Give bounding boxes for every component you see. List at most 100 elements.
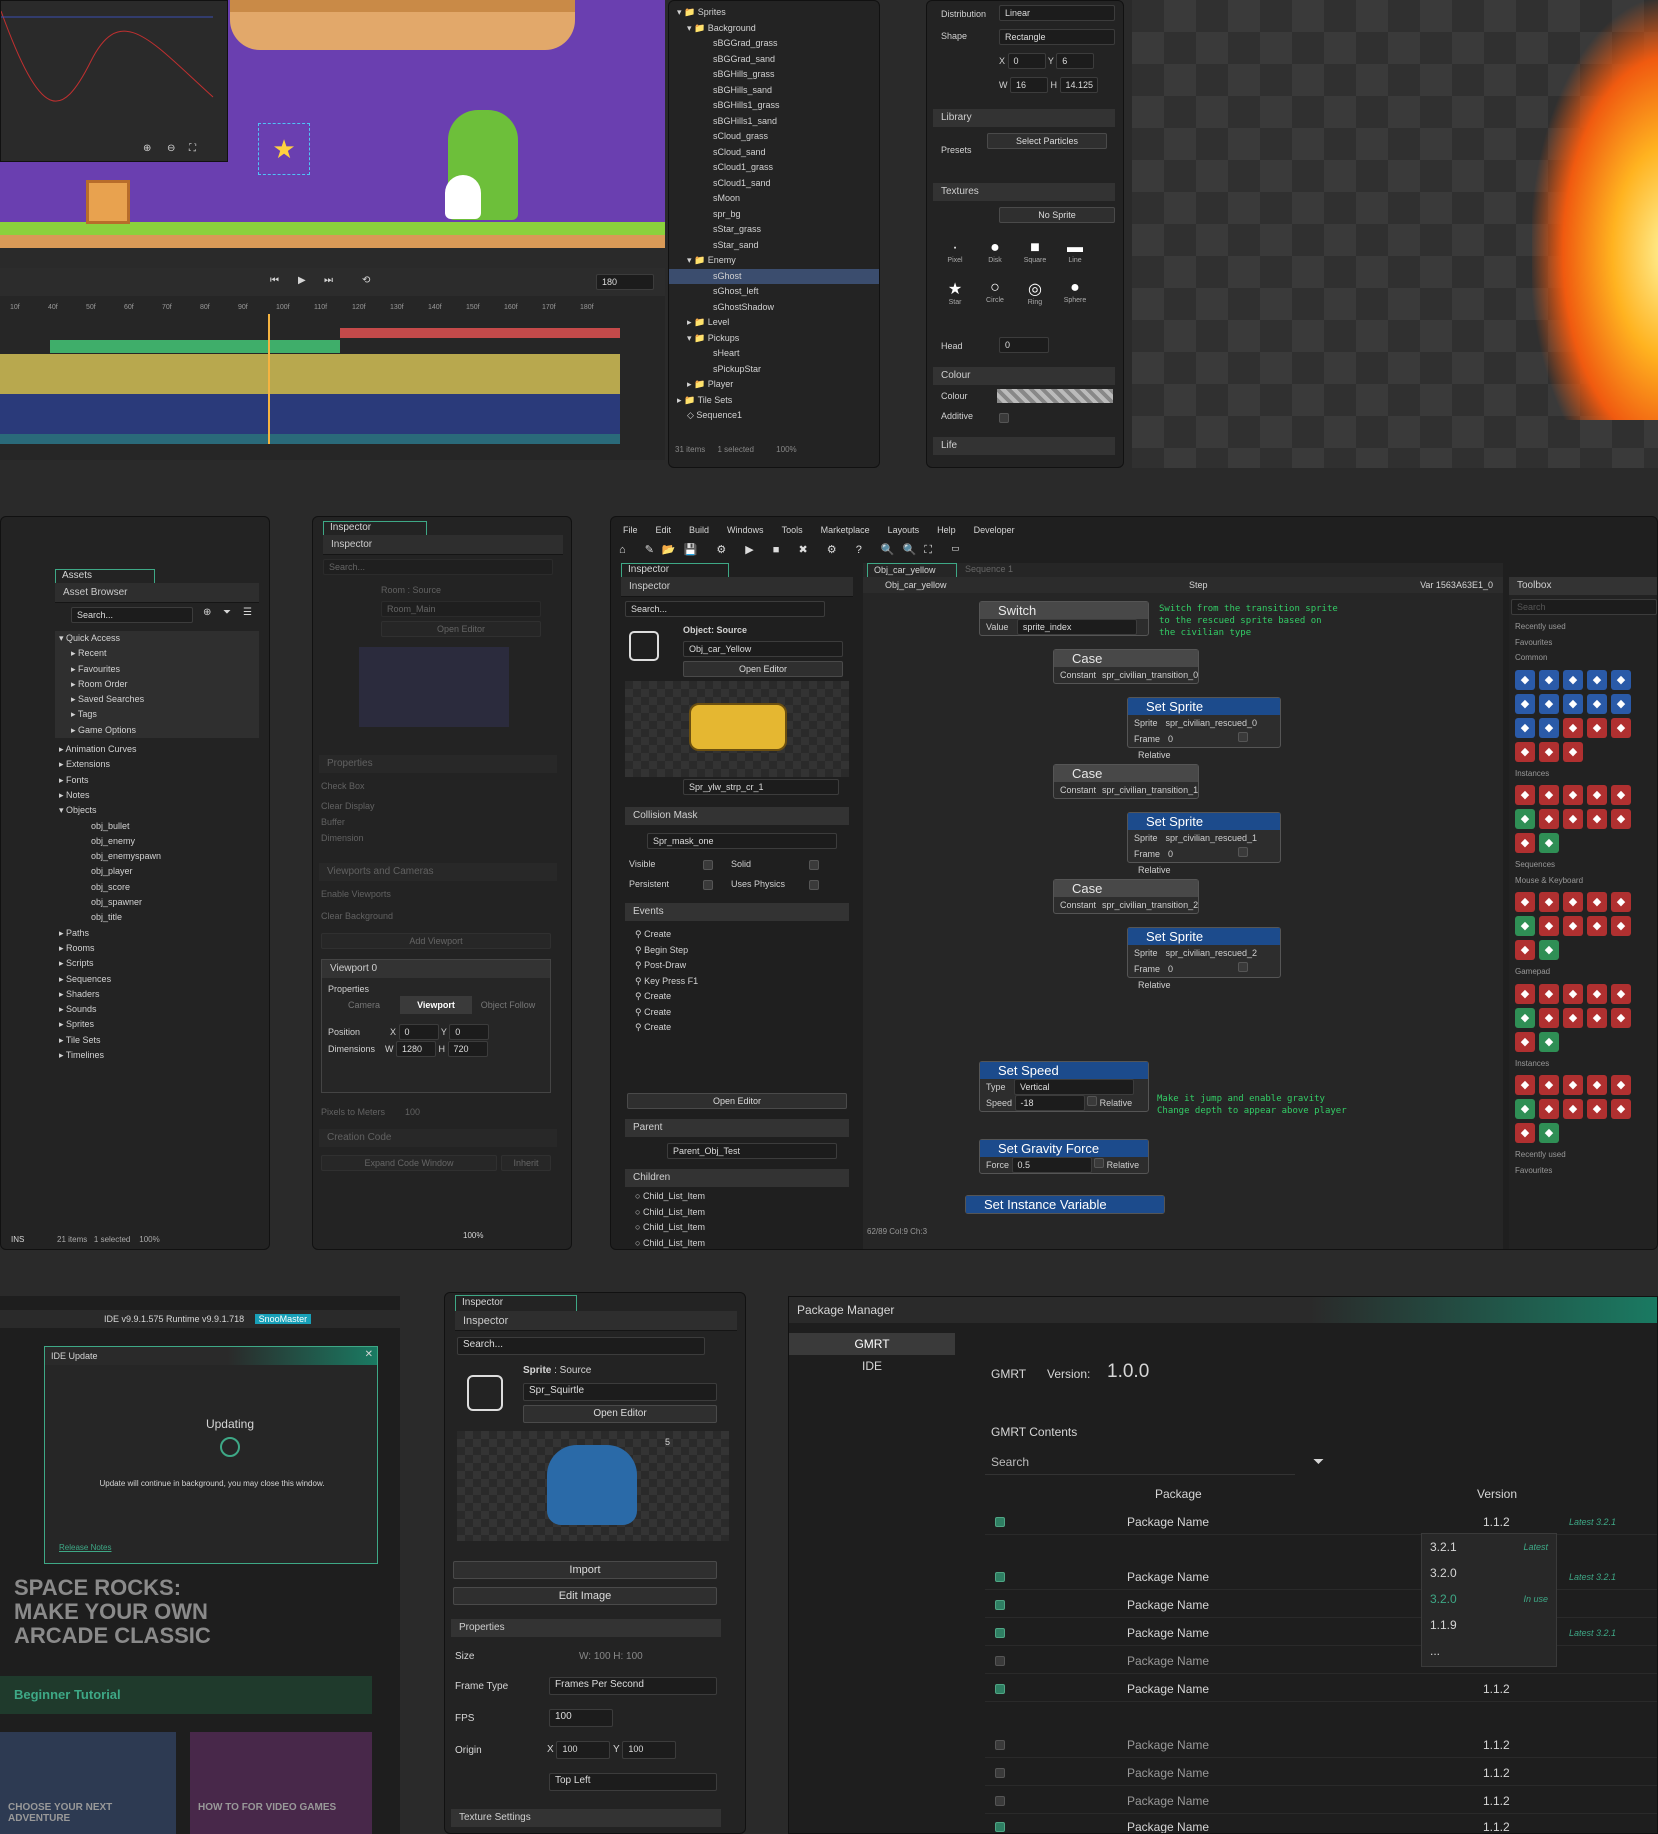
toolbox-search[interactable]: Search <box>1511 599 1657 615</box>
assets-tab[interactable]: Assets <box>55 569 155 583</box>
set-speed-node[interactable]: Set Speed Type Vertical Speed -18 Relati… <box>979 1061 1149 1112</box>
room-properties[interactable]: Properties <box>319 755 557 773</box>
origin-y-field[interactable]: 100 <box>622 1741 677 1759</box>
close-icon[interactable]: ✕ <box>365 1349 373 1360</box>
toolbox-action-icon[interactable]: ◆ <box>1611 785 1631 805</box>
toolbox-action-icon[interactable]: ◆ <box>1539 940 1559 960</box>
toolbox-action-icon[interactable]: ◆ <box>1587 785 1607 805</box>
frame-value[interactable]: 0 <box>1168 846 1238 862</box>
version-option[interactable]: ... <box>1422 1638 1556 1664</box>
room-open-editor[interactable]: Open Editor <box>381 621 541 637</box>
toolbox-action-icon[interactable]: ◆ <box>1587 717 1607 738</box>
toolbox-action-icon[interactable]: ◆ <box>1563 983 1583 1004</box>
toolbox-action-icon[interactable]: ◆ <box>1563 1007 1583 1028</box>
toolbox-action-icon[interactable]: ◆ <box>1539 669 1559 690</box>
constant-value[interactable]: spr_civilian_transition_1 <box>1102 785 1198 795</box>
column-package[interactable]: Package <box>1155 1487 1202 1501</box>
menu-item[interactable]: Tools <box>782 525 803 535</box>
status-zoom[interactable]: 100% <box>776 445 796 454</box>
toolbox-action-icon[interactable]: ◆ <box>1515 1007 1535 1028</box>
event-item[interactable]: ⚲ Post-Draw <box>625 958 849 974</box>
speed-relative-checkbox[interactable] <box>1087 1096 1098 1106</box>
vp-h-field[interactable]: 720 <box>447 1041 488 1057</box>
tree-folder-background[interactable]: Background <box>708 23 756 33</box>
toolbox-action-icon[interactable]: ◆ <box>1515 669 1535 690</box>
x-field[interactable]: 0 <box>1007 53 1046 69</box>
tree-item[interactable]: sCloud1_grass <box>669 160 879 176</box>
frame-type-select[interactable]: Frames Per Second <box>549 1677 717 1695</box>
loop-icon[interactable]: ⟲ <box>362 275 370 286</box>
sprite-value[interactable]: spr_civilian_rescued_1 <box>1166 833 1258 843</box>
solid-checkbox[interactable] <box>809 860 819 870</box>
toolbox-category[interactable]: Instances <box>1509 1056 1657 1072</box>
viewport-tab[interactable]: Viewport <box>400 995 472 1014</box>
release-notes-link[interactable]: Release Notes <box>59 1543 111 1552</box>
package-checkbox[interactable] <box>995 1656 1005 1666</box>
toolbox-category[interactable]: Sequences <box>1509 857 1657 873</box>
beginner-tutorial-link[interactable]: Beginner Tutorial <box>0 1676 372 1714</box>
additive-checkbox[interactable] <box>999 413 1009 423</box>
w-field[interactable]: 16 <box>1010 77 1048 93</box>
package-search-input[interactable]: Search <box>985 1449 1295 1475</box>
texture-circle[interactable]: ○ Circle <box>977 279 1013 315</box>
toolbox-action-icon[interactable]: ◆ <box>1515 693 1535 714</box>
toolbox-action-icon[interactable]: ◆ <box>1539 1099 1559 1119</box>
parent-field[interactable]: Parent_Obj_Test <box>667 1143 837 1159</box>
tree-item[interactable]: sBGHills_grass <box>669 67 879 83</box>
fps-field[interactable]: 100 <box>549 1709 613 1727</box>
object-name-field[interactable]: Obj_car_Yellow <box>683 641 843 657</box>
object-item[interactable]: obj_score <box>55 880 259 895</box>
toolbox-category[interactable]: Recently used <box>1509 619 1657 635</box>
tree-folder-level[interactable]: Level <box>708 317 730 327</box>
asset-group[interactable]: ▸ Tile Sets <box>55 1033 259 1048</box>
zoom-in-icon[interactable]: ⊕ <box>143 143 151 154</box>
origin-x-field[interactable]: 100 <box>556 1741 611 1759</box>
asset-zoom[interactable]: 100% <box>139 1235 159 1244</box>
texture-line[interactable]: ▬ Line <box>1057 239 1093 275</box>
toolbox-action-icon[interactable]: ◆ <box>1515 809 1535 829</box>
toolbox-action-icon[interactable]: ◆ <box>1563 1099 1583 1119</box>
asset-group[interactable]: ▸ Rooms <box>55 941 259 956</box>
sprite-value[interactable]: spr_civilian_rescued_0 <box>1166 718 1258 728</box>
toolbox-action-icon[interactable]: ◆ <box>1587 1007 1607 1028</box>
tree-item[interactable]: sGhost_left <box>669 284 879 300</box>
toolbox-action-icon[interactable]: ◆ <box>1563 785 1583 805</box>
switch-value-field[interactable]: sprite_index <box>1016 619 1137 635</box>
play-icon[interactable]: ▶ <box>298 275 306 286</box>
toolbox-action-icon[interactable]: ◆ <box>1539 785 1559 805</box>
package-row[interactable]: Package Name 1.1.2 Latest 3.2.1 <box>985 1509 1657 1535</box>
case-node[interactable]: Case Constant spr_civilian_transition_1 <box>1053 764 1199 799</box>
sprite-name-field[interactable]: Spr_Squirtle <box>523 1383 717 1401</box>
toolbox-action-icon[interactable]: ◆ <box>1515 892 1535 912</box>
graph-breadcrumb[interactable]: Obj_car_yellow <box>885 580 947 590</box>
quick-access-item[interactable]: ▸ Recent <box>55 646 259 662</box>
package-checkbox[interactable] <box>995 1796 1005 1806</box>
package-checkbox[interactable] <box>995 1628 1005 1638</box>
no-sprite-field[interactable]: No Sprite <box>999 207 1115 223</box>
set-sprite-node[interactable]: Set Sprite Sprite spr_civilian_rescued_2 Fr… <box>1127 927 1281 990</box>
toolbox-action-icon[interactable]: ◆ <box>1587 916 1607 936</box>
tree-folder-enemy[interactable]: Enemy <box>708 255 736 265</box>
toolbox-action-icon[interactable]: ◆ <box>1611 1075 1631 1095</box>
toolbox-category[interactable]: Favourites <box>1509 1163 1657 1179</box>
quick-access-item[interactable]: ▸ Game Options <box>55 722 259 739</box>
toolbox-action-icon[interactable]: ◆ <box>1563 916 1583 936</box>
tree-item[interactable]: sHeart <box>669 346 879 362</box>
tutorial-card-1[interactable]: CHOOSE YOUR NEXT ADVENTURE <box>0 1732 176 1834</box>
tree-item[interactable]: sBGHills1_sand <box>669 114 879 130</box>
asset-group[interactable]: ▸ Animation Curves <box>55 742 259 757</box>
toolbox-action-icon[interactable]: ◆ <box>1515 940 1535 960</box>
toolbox-action-icon[interactable]: ◆ <box>1515 741 1535 762</box>
import-button[interactable]: Import <box>453 1561 717 1579</box>
sprite-inspector-tab[interactable]: Inspector <box>455 1295 577 1311</box>
switch-node[interactable]: Switch Value sprite_index <box>979 601 1149 636</box>
object-sprite-field[interactable]: Spr_ylw_strp_cr_1 <box>683 779 839 795</box>
toolbox-action-icon[interactable]: ◆ <box>1539 741 1559 762</box>
toolbox-action-icon[interactable]: ◆ <box>1563 741 1583 762</box>
case-node[interactable]: Case Constant spr_civilian_transition_2 <box>1053 879 1199 914</box>
package-row[interactable]: Package Name 1.1.2 <box>985 1760 1657 1786</box>
toolbox-action-icon[interactable]: ◆ <box>1539 809 1559 829</box>
tree-item[interactable]: sBGHills1_grass <box>669 98 879 114</box>
tutorial-card-2[interactable]: HOW TO FOR VIDEO GAMES <box>190 1732 372 1834</box>
menu-item[interactable]: Windows <box>727 525 764 535</box>
